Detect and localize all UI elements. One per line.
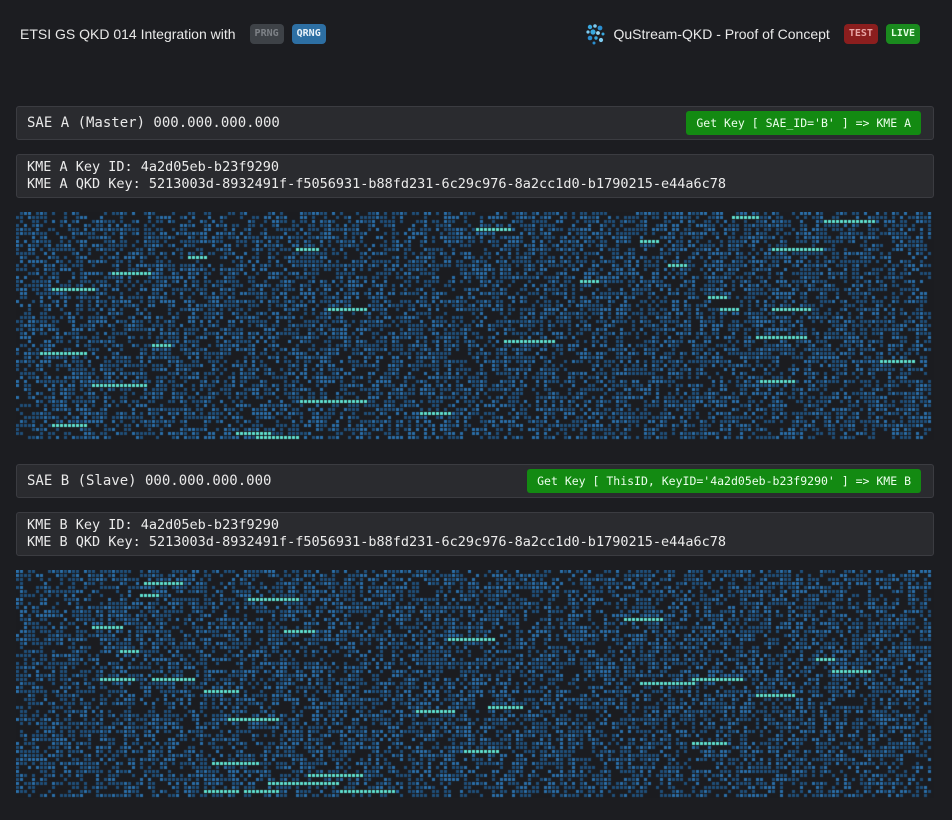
sae-b-section: SAE B (Slave) 000.000.000.000 Get Key [ … xyxy=(16,464,934,798)
kme-b-key-id: KME B Key ID: 4a2d05eb-b23f9290 xyxy=(27,517,279,533)
live-env-toggle[interactable]: LIVE xyxy=(885,24,920,44)
sae-a-title: SAE A (Master) 000.000.000.000 xyxy=(27,115,280,131)
kme-b-random-matrix xyxy=(16,570,934,798)
kme-a-key-id: KME A Key ID: 4a2d05eb-b23f9290 xyxy=(27,159,279,175)
kme-a-key-panel: KME A Key ID: 4a2d05eb-b23f9290 KME A QK… xyxy=(16,154,934,198)
header: ETSI GS QKD 014 Integration with PRNG QR… xyxy=(0,0,952,66)
kme-a-matrix-canvas xyxy=(16,212,934,440)
kme-a-qkd-key: KME A QKD Key: 5213003d-8932491f-f505693… xyxy=(27,176,726,192)
sae-b-title: SAE B (Slave) 000.000.000.000 xyxy=(27,473,272,489)
sae-a-bar: SAE A (Master) 000.000.000.000 Get Key [… xyxy=(16,106,934,140)
kme-a-random-matrix xyxy=(16,212,934,440)
sae-a-section: SAE A (Master) 000.000.000.000 Get Key [… xyxy=(16,106,934,440)
header-right: QuStream-QKD - Proof of Concept TEST LIV… xyxy=(584,22,920,46)
get-key-kme-a-button[interactable]: Get Key [ SAE_ID='B' ] => KME A xyxy=(686,111,921,135)
get-key-kme-b-button[interactable]: Get Key [ ThisID, KeyID='4a2d05eb-b23f92… xyxy=(527,469,921,493)
sae-b-bar: SAE B (Slave) 000.000.000.000 Get Key [ … xyxy=(16,464,934,498)
kme-b-qkd-key: KME B QKD Key: 5213003d-8932491f-f505693… xyxy=(27,534,726,550)
test-env-toggle[interactable]: TEST xyxy=(843,24,878,44)
dots-cluster-icon xyxy=(585,24,604,45)
kme-b-key-panel: KME B Key ID: 4a2d05eb-b23f9290 KME B QK… xyxy=(16,512,934,556)
brand-title: QuStream-QKD - Proof of Concept xyxy=(613,26,830,42)
prng-toggle[interactable]: PRNG xyxy=(249,24,284,44)
qrng-toggle[interactable]: QRNG xyxy=(291,24,326,44)
header-title: ETSI GS QKD 014 Integration with xyxy=(20,26,236,42)
kme-b-matrix-canvas xyxy=(16,570,934,798)
header-left: ETSI GS QKD 014 Integration with PRNG QR… xyxy=(20,22,334,46)
